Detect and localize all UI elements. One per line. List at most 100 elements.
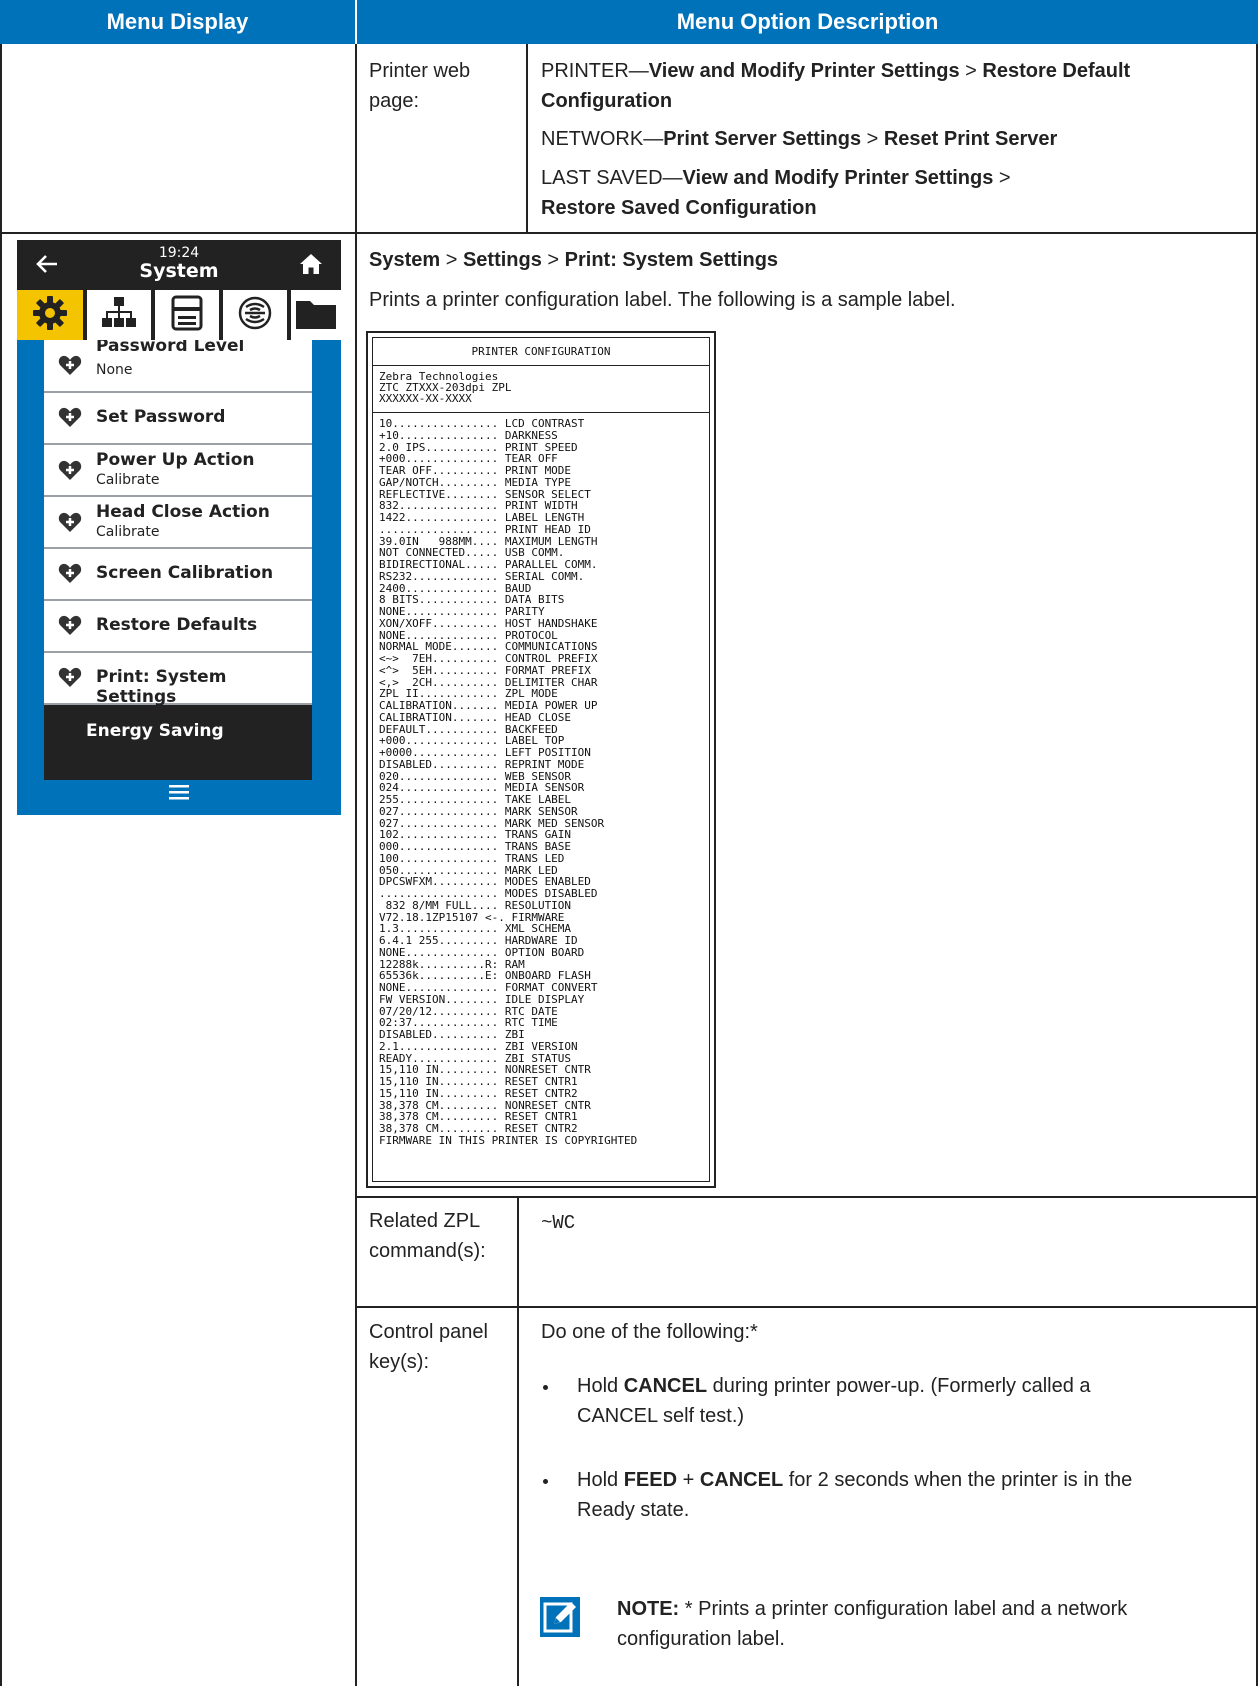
subtable-divider-control-top <box>355 1306 1258 1308</box>
network-reset: NETWORK—Print Server Settings > Reset Pr… <box>541 124 1246 154</box>
config-setting-line: CALIBRATION....... HEAD CLOSE <box>379 710 572 724</box>
printer-configuration-label: PRINTER CONFIGURATION Zebra Technologies… <box>366 331 716 1188</box>
bullet-dot <box>543 1385 548 1390</box>
note-label: NOTE: <box>617 1598 680 1620</box>
menu-item-label: Print: System Settings <box>96 667 227 707</box>
system-menu-list: Password Level None Set Password Power U… <box>44 340 312 780</box>
option-2-mid: + <box>677 1469 700 1491</box>
tab-network[interactable] <box>87 290 151 340</box>
last-prefix: LAST SAVED— <box>541 167 683 189</box>
menu-item-head-close-action[interactable]: Head Close Action Calibrate <box>44 497 312 549</box>
printer-prefix: PRINTER— <box>541 60 649 82</box>
menu-item-restore-defaults[interactable]: Restore Defaults <box>44 601 312 653</box>
config-setting-line: 027............... MARK SENSOR <box>379 804 578 818</box>
config-setting-line: FIRMWARE IN THIS PRINTER IS COPYRIGHTED <box>379 1133 638 1147</box>
menu-item-energy-saving[interactable]: Energy Saving <box>44 705 312 780</box>
control-option-2: Hold FEED + CANCEL for 2 seconds when th… <box>577 1465 1137 1525</box>
system-description: Prints a printer configuration label. Th… <box>369 289 956 311</box>
config-setting-line: 832 8/MM FULL.... RESOLUTION <box>379 898 572 912</box>
menu-item-value: None <box>96 362 133 378</box>
config-setting-line: 15,110 IN......... RESET CNTR2 <box>379 1086 578 1100</box>
menu-item-label: Power Up Action <box>96 450 255 470</box>
tab-print[interactable] <box>155 290 219 340</box>
config-setting-line: <^> 5EH.......... FORMAT PREFIX <box>379 663 591 677</box>
system-settings-path: System > Settings > Print: System Settin… <box>369 245 1249 275</box>
printer-link-1: View and Modify Printer Settings <box>648 60 960 82</box>
option-1-pre: Hold <box>577 1375 624 1397</box>
path-system: System <box>369 249 441 271</box>
tab-wireless[interactable] <box>223 290 287 340</box>
config-setting-line: 100............... TRANS LED <box>379 851 565 865</box>
config-setting-line: CALIBRATION....... MEDIA POWER UP <box>379 699 598 712</box>
heart-plus-icon <box>58 563 82 583</box>
printer-sep: > <box>959 60 983 82</box>
config-setting-line: 2.1............... ZBI VERSION <box>379 1039 578 1053</box>
config-label-frame: PRINTER CONFIGURATION Zebra Technologies… <box>372 337 710 1182</box>
config-setting-line: DISABLED.......... ZBI <box>379 1028 525 1041</box>
path-settings: Settings <box>462 249 542 271</box>
menu-item-print-system-settings[interactable]: Print: System Settings <box>44 653 312 707</box>
header-menu-display: Menu Display <box>0 0 355 44</box>
header-divider <box>355 0 357 44</box>
option-2-key-1: FEED <box>623 1469 678 1491</box>
status-time: 19:24 <box>158 245 200 261</box>
gear-icon <box>30 293 70 338</box>
config-setting-line: NONE.............. FORMAT CONVERT <box>379 981 598 994</box>
network-link-2: Reset Print Server <box>883 128 1058 150</box>
last-sep: > <box>993 167 1011 189</box>
menu-item-power-up-action[interactable]: Power Up Action Calibrate <box>44 445 312 497</box>
option-2-pre: Hold <box>577 1469 624 1491</box>
zpl-label: Related ZPL command(s): <box>369 1210 486 1262</box>
config-divider-1 <box>373 365 709 366</box>
config-setting-line: DISABLED.......... REPRINT MODE <box>379 757 585 771</box>
printer-restore-default: PRINTER—View and Modify Printer Settings… <box>541 56 1246 116</box>
phone-tab-bar <box>17 290 341 340</box>
config-setting-line: 1422.............. LABEL LENGTH <box>379 511 585 524</box>
screen-title: System <box>139 260 219 282</box>
config-setting-line: XON/XOFF.......... HOST HANDSHAKE <box>379 616 598 630</box>
control-option-1: Hold CANCEL during printer power-up. (Fo… <box>577 1371 1137 1431</box>
heart-plus-icon <box>58 460 82 480</box>
config-divider-2 <box>373 412 709 413</box>
config-header-line-3: XXXXXX-XX-XXXX <box>379 392 472 405</box>
table-divider-col1 <box>355 44 357 1686</box>
phone-top-bar: 19:24 System <box>17 240 341 290</box>
network-prefix: NETWORK— <box>541 128 664 150</box>
option-1-key: CANCEL <box>623 1375 708 1397</box>
config-setting-line: <~> 7EH.......... CONTROL PREFIX <box>379 652 598 665</box>
config-setting-line: +0000............. LEFT POSITION <box>379 746 591 759</box>
network-sep: > <box>861 128 884 150</box>
subtable-divider-top <box>526 44 528 232</box>
home-icon[interactable] <box>298 251 324 277</box>
menu-item-screen-calibration[interactable]: Screen Calibration <box>44 549 312 601</box>
config-setting-line: .................. PRINT HEAD ID <box>379 522 591 536</box>
menu-item-set-password[interactable]: Set Password <box>44 393 312 445</box>
printer-web-page-label: Printer web page: <box>369 60 471 112</box>
heart-plus-icon <box>58 512 82 532</box>
config-setting-line: FW VERSION........ IDLE DISPLAY <box>379 992 585 1006</box>
config-setting-line: 15,110 IN......... RESET CNTR1 <box>379 1075 578 1088</box>
heart-plus-icon <box>58 355 82 375</box>
hamburger-menu-icon[interactable] <box>167 783 191 801</box>
config-settings-list: 10................ LCD CONTRAST +10......… <box>379 418 637 1147</box>
config-setting-line: .................. MODES DISABLED <box>379 887 598 900</box>
tab-settings[interactable] <box>17 290 83 340</box>
table-border-left <box>0 44 2 1686</box>
menu-item-password-level[interactable]: Password Level None <box>44 340 312 393</box>
path-sep: > <box>541 249 565 271</box>
control-panel-screen: 19:24 System Password Level None Set Pas… <box>17 240 341 815</box>
printer-icon <box>167 293 207 338</box>
config-setting-line: RS232............. SERIAL COMM. <box>379 569 585 583</box>
menu-item-label: Password Level <box>96 340 245 356</box>
config-setting-line: 000............... TRANS BASE <box>379 840 572 853</box>
bullet-dot <box>543 1479 548 1484</box>
menu-item-label: Energy Saving <box>86 721 224 741</box>
last-link-1: View and Modify Printer Settings <box>682 167 994 189</box>
network-link-1: Print Server Settings <box>663 128 862 150</box>
zpl-command: ~WC <box>541 1212 576 1234</box>
config-setting-line: 38,378 CM......... RESET CNTR2 <box>379 1122 578 1135</box>
folder-icon <box>294 293 338 338</box>
menu-item-label: Restore Defaults <box>96 615 258 635</box>
tab-storage[interactable] <box>291 290 341 340</box>
note-pencil-icon <box>540 1597 580 1637</box>
